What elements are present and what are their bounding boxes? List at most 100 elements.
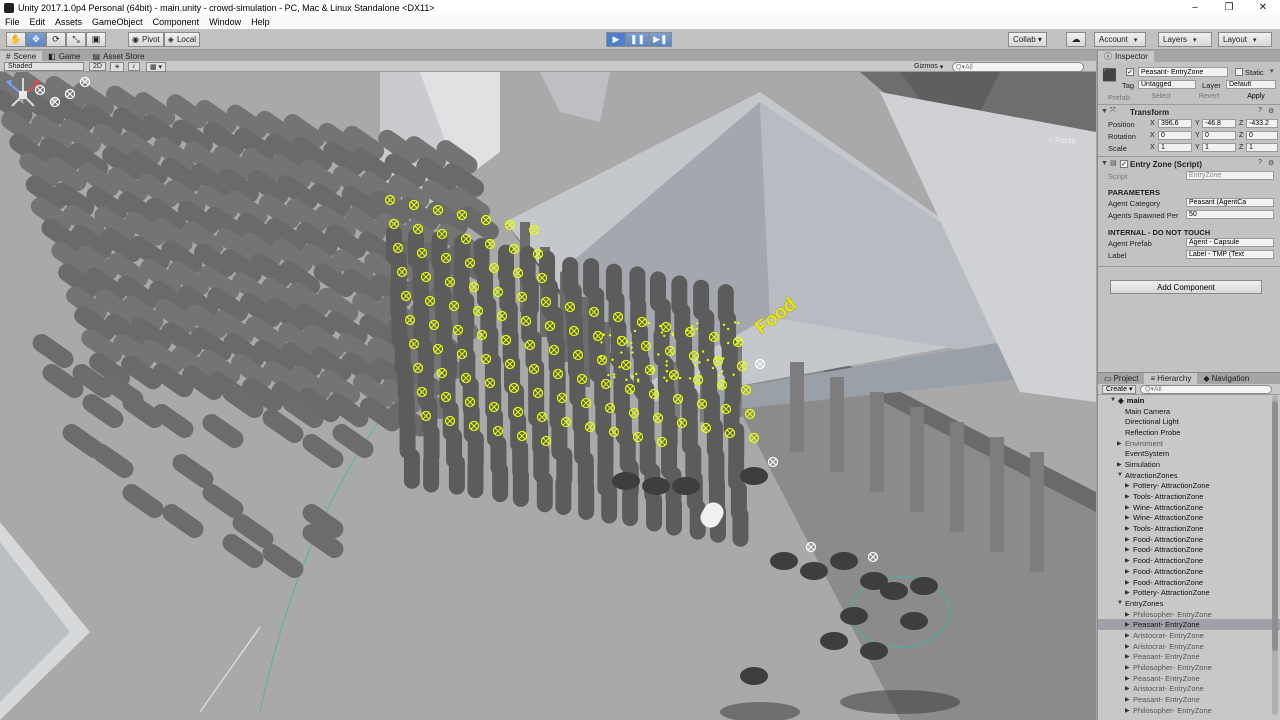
prefab-apply-button[interactable]: Apply [1234, 92, 1276, 101]
chevron-right-icon[interactable]: ▶ [1125, 653, 1133, 660]
orientation-gizmo-icon[interactable] [0, 72, 46, 118]
chevron-right-icon[interactable]: ▶ [1125, 611, 1133, 618]
tab-scene[interactable]: # Scene [0, 51, 43, 61]
hierarchy-item[interactable]: ▶ Wine- AttractionZone [1098, 513, 1280, 524]
chevron-right-icon[interactable]: ▶ [1117, 461, 1125, 468]
hierarchy-item[interactable]: Main Camera [1098, 406, 1280, 417]
help-icon[interactable]: ? [1258, 107, 1262, 114]
effects-toggle-icon[interactable]: ▦ ▾ [146, 61, 167, 72]
rotation-z-field[interactable]: 0 [1246, 131, 1278, 140]
layers-dropdown[interactable]: Layers ▾ [1158, 32, 1212, 47]
hierarchy-item[interactable]: ▶ Tools- AttractionZone [1098, 491, 1280, 502]
lighting-toggle-icon[interactable]: ☀ [110, 61, 125, 72]
hierarchy-item[interactable]: ▶ Pottery- AttractionZone [1098, 587, 1280, 598]
hierarchy-item[interactable]: ▶ Pottery- AttractionZone [1098, 481, 1280, 492]
hierarchy-item[interactable]: EventSystem [1098, 448, 1280, 459]
hierarchy-item[interactable]: ▶ Peasant- EntryZone [1098, 652, 1280, 663]
shading-mode-dropdown[interactable]: Shaded [4, 62, 84, 71]
tab-hierarchy[interactable]: ≡ Hierarchy [1144, 373, 1198, 384]
agent-prefab-field[interactable]: Agent - Capsule [1186, 238, 1274, 247]
gizmos-dropdown[interactable]: Gizmos ▾ [914, 62, 943, 71]
hierarchy-item[interactable]: ▶ Food- AttractionZone [1098, 577, 1280, 588]
hierarchy-item[interactable]: ▶ Philosopher- EntryZone [1098, 662, 1280, 673]
chevron-down-icon[interactable]: ▼ [1117, 600, 1125, 606]
hierarchy-item[interactable]: ▶ Peasant- EntryZone [1098, 619, 1280, 631]
hierarchy-scrollbar[interactable] [1272, 395, 1278, 715]
agent-category-field[interactable]: Peasant (AgentCa [1186, 198, 1274, 207]
hierarchy-item[interactable]: ▶ Food- AttractionZone [1098, 534, 1280, 545]
maximize-button[interactable]: ❐ [1212, 0, 1246, 15]
chevron-right-icon[interactable]: ▶ [1125, 685, 1133, 692]
hand-tool-icon[interactable]: ✋ [6, 32, 26, 47]
hierarchy-item[interactable]: ▶ Aristocrat- EntryZone [1098, 684, 1280, 695]
play-button[interactable]: ▶ [606, 32, 626, 47]
position-y-field[interactable]: -46.8 [1202, 119, 1236, 128]
scale-z-field[interactable]: 1 [1246, 143, 1278, 152]
tab-inspector[interactable]: ⓘ Inspector [1098, 51, 1154, 62]
rotation-x-field[interactable]: 0 [1158, 131, 1192, 140]
menu-gameobject[interactable]: GameObject [87, 17, 148, 27]
prefab-revert-button[interactable]: Revert [1186, 92, 1230, 101]
position-x-field[interactable]: 396.6 [1158, 119, 1192, 128]
account-dropdown[interactable]: Account ▾ [1094, 32, 1146, 47]
layout-dropdown[interactable]: Layout ▾ [1218, 32, 1272, 47]
chevron-right-icon[interactable]: ▶ [1125, 621, 1133, 628]
scrollbar-thumb[interactable] [1272, 401, 1278, 651]
hierarchy-search-input[interactable]: Q▾All [1140, 385, 1272, 394]
layer-dropdown[interactable]: Default [1226, 80, 1276, 89]
minimize-button[interactable]: – [1178, 0, 1212, 15]
tab-game[interactable]: ◧ Game [42, 51, 86, 61]
pivot-toggle[interactable]: ◉ Pivot [128, 32, 164, 47]
chevron-right-icon[interactable]: ▶ [1125, 546, 1133, 553]
chevron-right-icon[interactable]: ▶ [1125, 696, 1133, 703]
tag-dropdown[interactable]: Untagged [1138, 80, 1196, 89]
chevron-down-icon[interactable]: ▼ [1110, 397, 1118, 403]
rotation-y-field[interactable]: 0 [1202, 131, 1236, 140]
hierarchy-item[interactable]: ▶ Enviroment [1098, 438, 1280, 449]
script-enabled-checkbox[interactable]: ✓ [1120, 160, 1128, 168]
chevron-right-icon[interactable]: ▶ [1125, 707, 1133, 714]
tab-asset-store[interactable]: ▤ Asset Store [87, 51, 151, 61]
label-field[interactable]: Label - TMP (Text [1186, 250, 1274, 259]
tab-project[interactable]: ▭ Project [1098, 373, 1144, 384]
local-toggle[interactable]: ◈ Local [163, 32, 201, 47]
hierarchy-item[interactable]: Directional Light [1098, 416, 1280, 427]
tab-navigation[interactable]: ◆ Navigation [1197, 373, 1255, 384]
chevron-right-icon[interactable]: ▶ [1125, 643, 1133, 650]
close-button[interactable]: ✕ [1246, 0, 1280, 15]
2d-toggle[interactable]: 2D [89, 62, 106, 71]
scale-y-field[interactable]: 1 [1202, 143, 1236, 152]
chevron-right-icon[interactable]: ▶ [1125, 557, 1133, 564]
cloud-icon[interactable]: ☁ [1066, 32, 1086, 47]
menu-help[interactable]: Help [246, 17, 275, 27]
chevron-right-icon[interactable]: ▶ [1125, 568, 1133, 575]
rect-tool-icon[interactable]: ▣ [86, 32, 106, 47]
hierarchy-item[interactable]: Reflection Probe [1098, 427, 1280, 438]
hierarchy-item[interactable]: ▶ Philosopher- EntryZone [1098, 609, 1280, 620]
pause-button[interactable]: ❚❚ [626, 32, 650, 47]
hierarchy-item[interactable]: ▶ Philosopher- EntryZone [1098, 705, 1280, 716]
chevron-right-icon[interactable]: ▶ [1125, 675, 1133, 682]
chevron-right-icon[interactable]: ▶ [1125, 493, 1133, 500]
menu-component[interactable]: Component [148, 17, 205, 27]
prefab-select-button[interactable]: Select [1138, 92, 1182, 101]
chevron-right-icon[interactable]: ▶ [1125, 579, 1133, 586]
gear-icon[interactable]: ⚙ [1268, 107, 1274, 115]
chevron-down-icon[interactable]: ▼ [1117, 472, 1125, 478]
collab-dropdown[interactable]: Collab ▾ [1008, 32, 1047, 47]
help-icon[interactable]: ? [1258, 159, 1262, 166]
projection-label[interactable]: < Persp [1048, 136, 1076, 145]
chevron-right-icon[interactable]: ▶ [1125, 536, 1133, 543]
chevron-right-icon[interactable]: ▶ [1125, 632, 1133, 639]
hierarchy-item[interactable]: ▶ Food- AttractionZone [1098, 555, 1280, 566]
hierarchy-item[interactable]: ▼ AttractionZones [1098, 470, 1280, 481]
hierarchy-item[interactable]: ▶ Food- AttractionZone [1098, 566, 1280, 577]
chevron-down-icon[interactable]: ▼ [1101, 108, 1108, 115]
gear-icon[interactable]: ⚙ [1268, 159, 1274, 167]
scene-root[interactable]: ▼ ◈ main [1098, 395, 1280, 406]
chevron-down-icon[interactable]: ▼ [1101, 160, 1108, 167]
position-z-field[interactable]: -433.2 [1246, 119, 1278, 128]
scale-tool-icon[interactable]: ⤡ [66, 32, 86, 47]
menu-window[interactable]: Window [204, 17, 246, 27]
move-tool-icon[interactable]: ✥ [26, 32, 46, 47]
